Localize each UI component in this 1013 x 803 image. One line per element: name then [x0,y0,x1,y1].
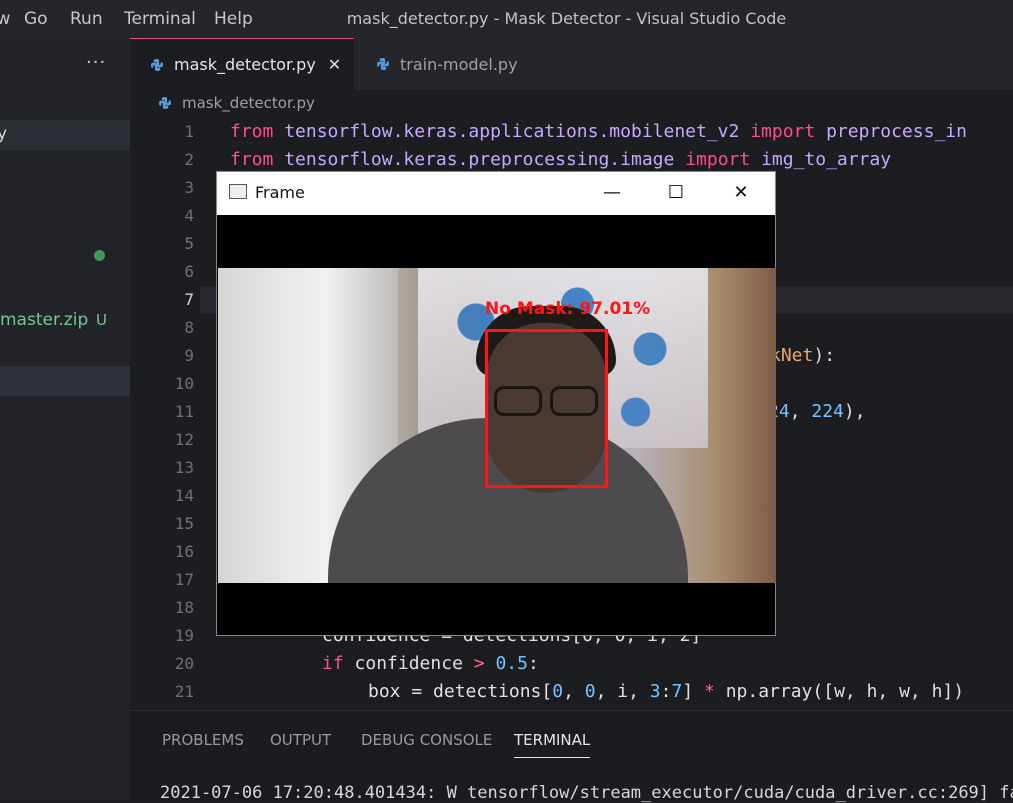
tab-train-model[interactable]: train-model.py [354,38,554,90]
detection-bounding-box [485,329,608,488]
tab-problems[interactable]: PROBLEMS [162,731,244,749]
explorer-item-zip[interactable]: master.zip U [0,306,130,336]
line-number: 8 [184,318,194,337]
more-actions-icon[interactable]: ··· [86,52,106,73]
code-line-20: if confidence > 0.5: [322,653,539,674]
line-number: 13 [174,458,194,477]
explorer-sidebar: ··· y master.zip U [0,38,130,800]
line-number: 5 [184,234,194,253]
code-line-11-fragment: 24, 224), [768,401,866,422]
code-line-2: from tensorflow.keras.preprocessing.imag… [230,149,892,170]
line-number: 6 [184,262,194,281]
close-icon[interactable]: ✕ [728,180,754,206]
code-line-1: from tensorflow.keras.applications.mobil… [230,121,967,142]
line-number: 10 [174,374,194,393]
untracked-badge: U [96,311,107,329]
breadcrumb[interactable]: mask_detector.py [158,94,315,112]
minimize-icon[interactable]: — [599,180,625,206]
line-number: 7 [184,290,194,309]
webcam-feed: No Mask: 97.01% [218,268,776,583]
explorer-item-selected[interactable] [0,366,130,396]
explorer-item-label: y [0,124,8,144]
line-number: 18 [174,598,194,617]
line-number: 16 [174,542,194,561]
line-number: 17 [174,570,194,589]
maximize-icon[interactable]: ☐ [663,180,689,206]
title-bar: View Go Run Terminal Help mask_detector.… [0,0,1013,38]
line-number: 1 [184,122,194,141]
line-number: 21 [174,682,194,701]
tab-label: mask_detector.py [174,55,316,74]
line-number: 20 [174,654,194,673]
tab-terminal[interactable]: TERMINAL [514,731,591,758]
python-file-icon [151,58,163,71]
python-file-icon [377,58,389,70]
bottom-panel: PROBLEMS OUTPUT DEBUG CONSOLE TERMINAL 2… [130,710,1013,803]
explorer-item[interactable]: y [0,120,130,150]
line-number: 15 [174,514,194,533]
frame-title-bar[interactable]: Frame — ☐ ✕ [217,172,775,215]
line-number: 9 [184,346,194,365]
line-number: 12 [174,430,194,449]
code-line-21: box = detections[0, 0, i, 3:7] * np.arra… [368,681,965,702]
frame-window[interactable]: Frame — ☐ ✕ No Mask: 97.01% [216,171,776,636]
window-app-icon [229,184,247,199]
breadcrumb-file: mask_detector.py [182,94,315,112]
tab-output[interactable]: OUTPUT [270,731,331,749]
terminal-output[interactable]: 2021-07-06 17:20:48.401434: W tensorflow… [160,783,1013,803]
modified-dot-icon [94,250,105,261]
line-number: 11 [174,402,194,421]
line-number: 14 [174,486,194,505]
detection-label: No Mask: 97.01% [485,299,651,319]
editor-tabs: mask_detector.py ✕ train-model.py [130,38,1013,90]
line-number: 19 [174,626,194,645]
explorer-item-label: master.zip [0,310,89,330]
line-number: 4 [184,206,194,225]
python-file-icon [159,97,171,109]
frame-title: Frame [255,183,305,202]
tab-mask-detector[interactable]: mask_detector.py ✕ [130,38,354,90]
window-title: mask_detector.py - Mask Detector - Visua… [346,9,787,28]
code-line-9-fragment: kNet): [770,345,836,366]
tab-label: train-model.py [400,54,518,74]
line-number: 2 [184,150,194,169]
tab-debug-console[interactable]: DEBUG CONSOLE [361,731,492,749]
git-status-dot [0,250,130,262]
close-icon[interactable]: ✕ [328,55,341,74]
line-number: 3 [184,178,194,197]
